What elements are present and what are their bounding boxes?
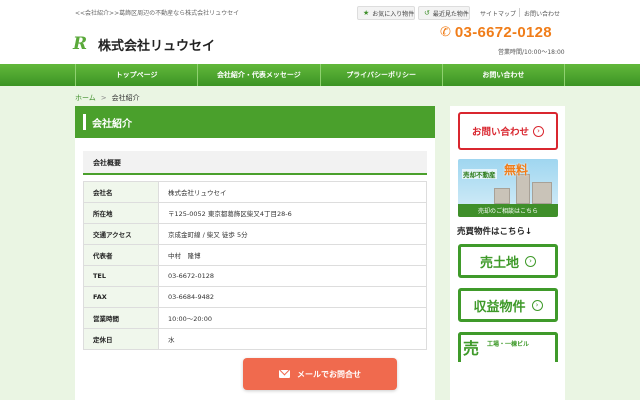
sidebar-contact-button[interactable]: お問い合わせ ›	[458, 112, 558, 150]
row-label: 定休日	[83, 328, 159, 350]
site-logo[interactable]: R 株式会社リュウセイ	[73, 34, 215, 54]
building-illustration	[532, 182, 552, 204]
nav-item-top[interactable]: トップページ	[76, 64, 199, 86]
row-label: 所在地	[83, 202, 159, 224]
investment-property-button[interactable]: 収益物件 ›	[458, 288, 558, 322]
row-value: 〒125-0052 東京都葛飾区柴又4丁目28-6	[158, 202, 427, 224]
chevron-right-icon: ›	[531, 299, 543, 311]
breadcrumb-current: 会社紹介	[111, 94, 140, 102]
section-title: 会社概要	[93, 159, 121, 167]
phone-number[interactable]: ✆ 03-6672-0128	[440, 24, 552, 41]
row-value: 中村 隆博	[158, 244, 427, 266]
row-value: 10:00～20:00	[158, 307, 427, 329]
breadcrumb-separator: >	[100, 94, 107, 102]
section-heading: 会社概要	[83, 151, 427, 175]
chevron-right-icon: ›	[525, 255, 536, 267]
table-row: FAX 03-6684-9482	[83, 286, 427, 308]
building-illustration	[494, 188, 510, 204]
global-nav: トップページ 会社紹介・代表メッセージ プライバシーポリシー お問い合わせ	[0, 64, 640, 86]
recent-button[interactable]: ↺ 最近見た物件	[418, 6, 470, 20]
star-icon: ★	[363, 9, 370, 17]
row-label: TEL	[83, 265, 159, 287]
row-label: FAX	[83, 286, 159, 308]
table-row: 会社名 株式会社リュウセイ	[83, 181, 427, 203]
properties-title: 売買物件はこちら↓	[457, 227, 533, 237]
page-title-bar: 会社紹介	[75, 106, 435, 138]
mail-inquiry-button[interactable]: メールでお問合せ	[243, 358, 397, 390]
phone-icon: ✆	[440, 25, 451, 40]
table-row: 営業時間 10:00～20:00	[83, 307, 427, 329]
recent-label: 最近見た物件	[432, 10, 469, 18]
row-value: 03-6684-9482	[158, 286, 427, 308]
row-label: 代表者	[83, 244, 159, 266]
favorites-button[interactable]: ★ お気に入り物件	[357, 6, 415, 20]
header-tagline: <<会社紹介>>葛飾区周辺の不動産なら株式会社リュウセイ	[75, 10, 240, 17]
logo-mark-icon: R	[73, 34, 88, 54]
nav-item-privacy[interactable]: プライバシーポリシー	[321, 64, 443, 86]
banner-cta: 売却のご相談はこちら	[458, 204, 558, 217]
building-illustration	[516, 174, 530, 204]
row-label: 会社名	[83, 181, 159, 203]
logo-text: 株式会社リュウセイ	[98, 38, 216, 54]
title-accent	[83, 114, 86, 130]
investment-property-label: 収益物件	[473, 299, 526, 315]
row-label: 営業時間	[83, 307, 159, 329]
row-value: 03-6672-0128	[158, 265, 427, 287]
sidebar: お問い合わせ › 売却不動産 無料 売却のご相談はこちら 売買物件はこちら↓ 売…	[450, 106, 565, 400]
row-value: 京成金町線 / 柴又 徒歩 5分	[158, 223, 427, 245]
breadcrumb: ホーム > 会社紹介	[75, 93, 140, 103]
breadcrumb-home[interactable]: ホーム	[75, 94, 96, 102]
history-icon: ↺	[424, 9, 430, 17]
factory-building-button[interactable]: 売 工場・一棟ビル	[458, 332, 558, 362]
business-hours: 営業時間/10:00～18:00	[498, 49, 565, 56]
contact-link[interactable]: お問い合わせ	[524, 9, 560, 18]
factory-building-big: 売	[463, 339, 480, 358]
favorites-label: お気に入り物件	[372, 10, 415, 18]
company-table: 会社名 株式会社リュウセイ 所在地 〒125-0052 東京都葛飾区柴又4丁目28-…	[83, 181, 427, 350]
nav-item-company[interactable]: 会社紹介・代表メッセージ	[198, 64, 321, 86]
row-value: 水	[158, 328, 427, 350]
chevron-right-icon: ›	[533, 125, 544, 137]
table-row: 代表者 中村 隆博	[83, 244, 427, 266]
page-title: 会社紹介	[92, 119, 132, 130]
row-label: 交通アクセス	[83, 223, 159, 245]
sale-consult-banner[interactable]: 売却不動産 無料 売却のご相談はこちら	[458, 159, 558, 217]
main-content: 会社紹介 会社概要 会社名 株式会社リュウセイ 所在地 〒125-0052 東京都葛…	[75, 106, 435, 400]
mail-icon	[279, 370, 290, 378]
banner-label: 売却不動産	[462, 169, 497, 179]
table-row: TEL 03-6672-0128	[83, 265, 427, 287]
sitemap-link[interactable]: サイトマップ	[480, 9, 516, 18]
sidebar-contact-label: お問い合わせ	[471, 127, 529, 138]
land-sale-label: 売土地	[479, 255, 519, 271]
header: <<会社紹介>>葛飾区周辺の不動産なら株式会社リュウセイ R 株式会社リュウセイ…	[0, 0, 640, 62]
phone-text: 03-6672-0128	[454, 24, 552, 41]
land-sale-button[interactable]: 売土地 ›	[458, 244, 558, 278]
factory-building-label: 工場・一棟ビル	[487, 341, 530, 348]
nav-item-contact[interactable]: お問い合わせ	[443, 64, 565, 86]
row-value: 株式会社リュウセイ	[158, 181, 427, 203]
table-row: 所在地 〒125-0052 東京都葛飾区柴又4丁目28-6	[83, 202, 427, 224]
mail-inquiry-label: メールでお問合せ	[297, 369, 361, 379]
table-row: 交通アクセス 京成金町線 / 柴又 徒歩 5分	[83, 223, 427, 245]
banner-free: 無料	[504, 163, 529, 177]
header-divider	[519, 8, 520, 17]
table-row: 定休日水	[83, 328, 427, 350]
